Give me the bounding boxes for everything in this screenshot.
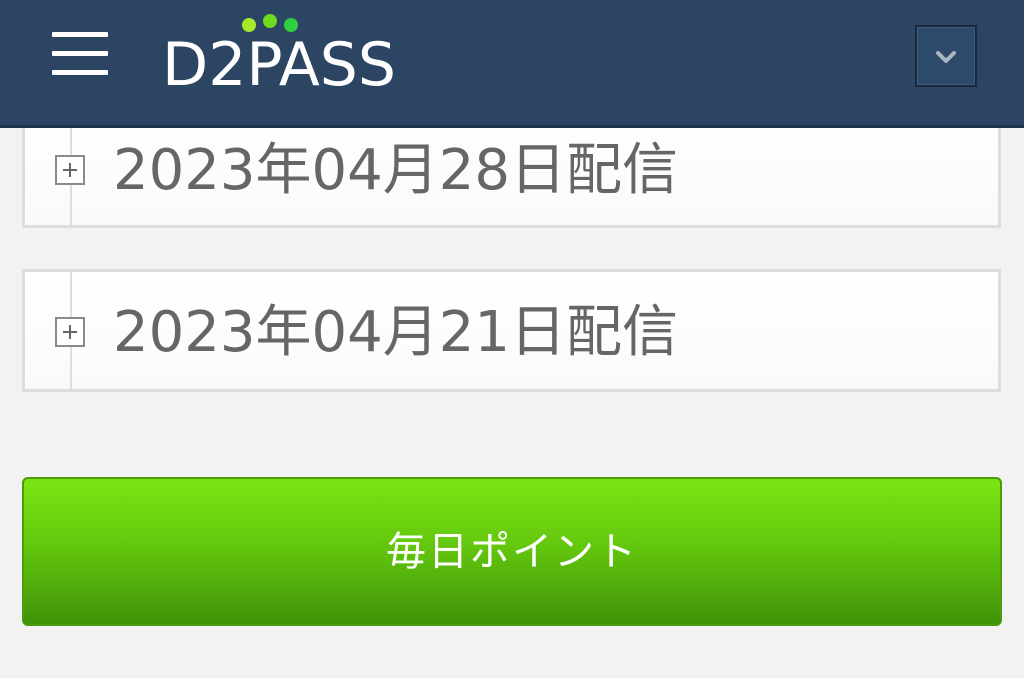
hamburger-menu-icon[interactable] (48, 26, 112, 82)
plus-box-icon[interactable] (55, 155, 85, 185)
logo-dot (263, 14, 277, 28)
page: 2023年04月28日配信 2023年04月21日配信 D2PASS 毎日ポイン… (0, 0, 1024, 678)
archive-item-label: 2023年04月21日配信 (113, 300, 679, 365)
plus-box-icon[interactable] (55, 317, 85, 347)
d2pass-logo[interactable]: D2PASS (162, 12, 396, 102)
daily-points-button[interactable]: 毎日ポイント (22, 477, 1002, 626)
archive-item-label: 2023年04月28日配信 (113, 138, 679, 203)
dropdown-toggle-button[interactable] (915, 25, 977, 87)
top-header: D2PASS (0, 0, 1024, 128)
daily-points-label: 毎日ポイント (386, 529, 638, 575)
chevron-down-icon (936, 51, 956, 63)
logo-text: D2PASS (162, 30, 396, 100)
archive-item-2023-04-21[interactable]: 2023年04月21日配信 (22, 269, 1001, 392)
